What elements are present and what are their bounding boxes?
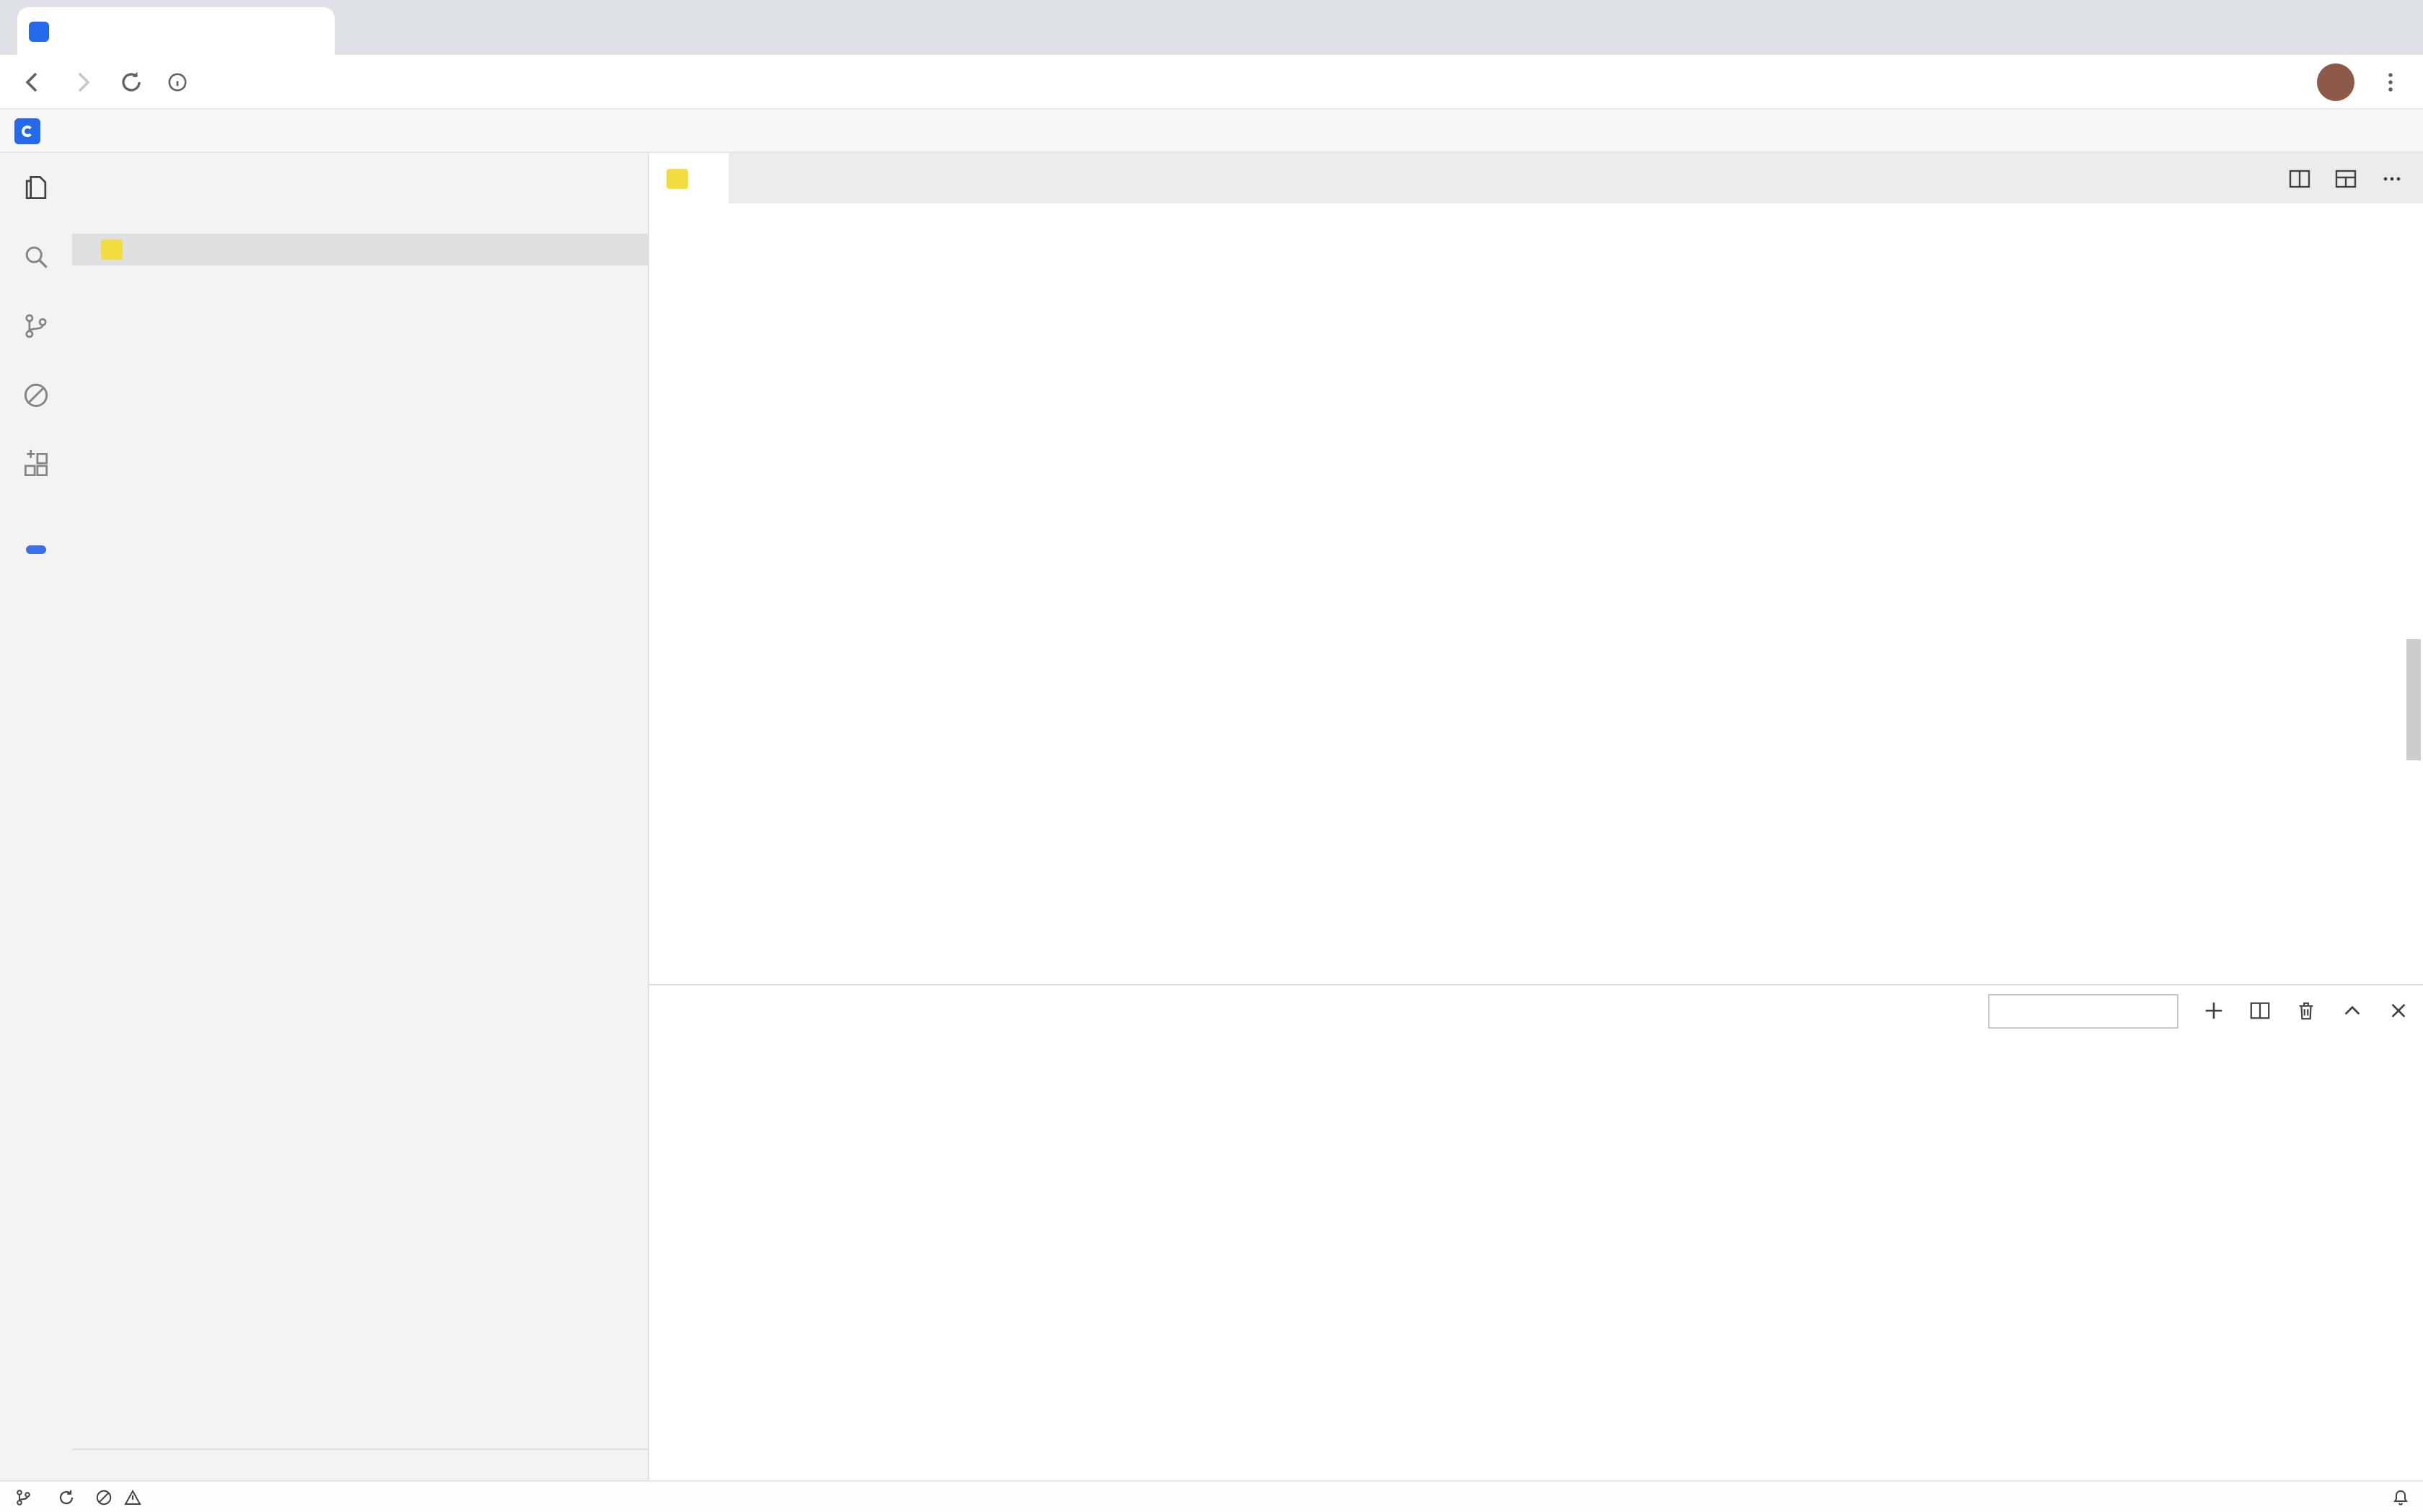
notifications-bell[interactable] xyxy=(2391,1488,2409,1506)
bottom-panel xyxy=(649,984,2423,1480)
panel-actions xyxy=(1987,993,2409,1028)
source-control-icon[interactable] xyxy=(0,291,72,361)
screen xyxy=(0,0,2423,1512)
favicon xyxy=(29,21,49,41)
sidebar-title xyxy=(72,153,648,202)
error-icon xyxy=(95,1488,113,1506)
workspace-header[interactable] xyxy=(72,265,648,297)
browser-tab[interactable] xyxy=(17,7,335,55)
url-bar[interactable] xyxy=(167,71,2270,92)
debug-icon[interactable] xyxy=(0,361,72,430)
outline-header[interactable] xyxy=(72,1449,648,1480)
file-tree xyxy=(72,297,648,1449)
split-terminal-icon[interactable] xyxy=(2248,1000,2270,1021)
branch-indicator[interactable] xyxy=(14,1488,38,1506)
editor-group xyxy=(649,153,2423,1480)
menubar xyxy=(0,110,2423,153)
close-panel-icon[interactable] xyxy=(2387,1000,2409,1021)
extensions-icon[interactable] xyxy=(0,430,72,499)
editor-scrollbar[interactable] xyxy=(2403,203,2423,984)
scrollbar-thumb[interactable] xyxy=(2406,639,2420,760)
avatar[interactable] xyxy=(2316,63,2354,100)
panel-header xyxy=(649,985,2423,1036)
forward-icon[interactable] xyxy=(69,69,95,94)
status-bar xyxy=(0,1480,2423,1512)
problems-indicator[interactable] xyxy=(95,1488,147,1506)
back-icon[interactable] xyxy=(20,69,46,94)
open-editors-header[interactable] xyxy=(72,202,648,234)
browser-menu-icon[interactable] xyxy=(2377,69,2403,94)
activity-bar xyxy=(0,153,72,1480)
reload-icon[interactable] xyxy=(118,69,144,94)
js-file-icon xyxy=(667,168,688,188)
git-branch-icon xyxy=(14,1488,32,1506)
js-file-icon xyxy=(101,239,123,260)
sync-icon xyxy=(58,1488,75,1506)
editor-tab-bar xyxy=(649,153,2423,203)
new-terminal-icon[interactable] xyxy=(2202,1000,2224,1021)
terminal-select[interactable] xyxy=(1987,993,2178,1028)
search-icon[interactable] xyxy=(0,222,72,291)
more-actions-icon[interactable] xyxy=(2380,167,2403,190)
editor-tab[interactable] xyxy=(649,153,729,203)
site-info-icon[interactable] xyxy=(167,71,188,92)
browser-tab-strip xyxy=(0,0,2423,55)
editor-actions xyxy=(2287,153,2423,203)
kill-terminal-icon[interactable] xyxy=(2295,1000,2316,1021)
sidebar-explorer xyxy=(72,153,649,1480)
split-editor-icon[interactable] xyxy=(2287,167,2310,190)
maximize-panel-icon[interactable] xyxy=(2341,1000,2362,1021)
layout-icon[interactable] xyxy=(2334,167,2357,190)
coder-logo[interactable] xyxy=(14,118,40,144)
minimap[interactable] xyxy=(2235,203,2403,984)
htop-function-keys xyxy=(675,1062,2411,1085)
off-badge[interactable] xyxy=(26,545,46,554)
explorer-icon[interactable] xyxy=(0,153,72,222)
editor[interactable] xyxy=(649,203,2235,984)
sync-indicator[interactable] xyxy=(58,1488,75,1506)
terminal[interactable] xyxy=(649,1036,2423,1480)
warning-icon xyxy=(124,1488,141,1506)
browser-address-bar xyxy=(0,55,2423,110)
bell-icon xyxy=(2391,1488,2409,1506)
open-editor-item[interactable] xyxy=(72,234,648,265)
